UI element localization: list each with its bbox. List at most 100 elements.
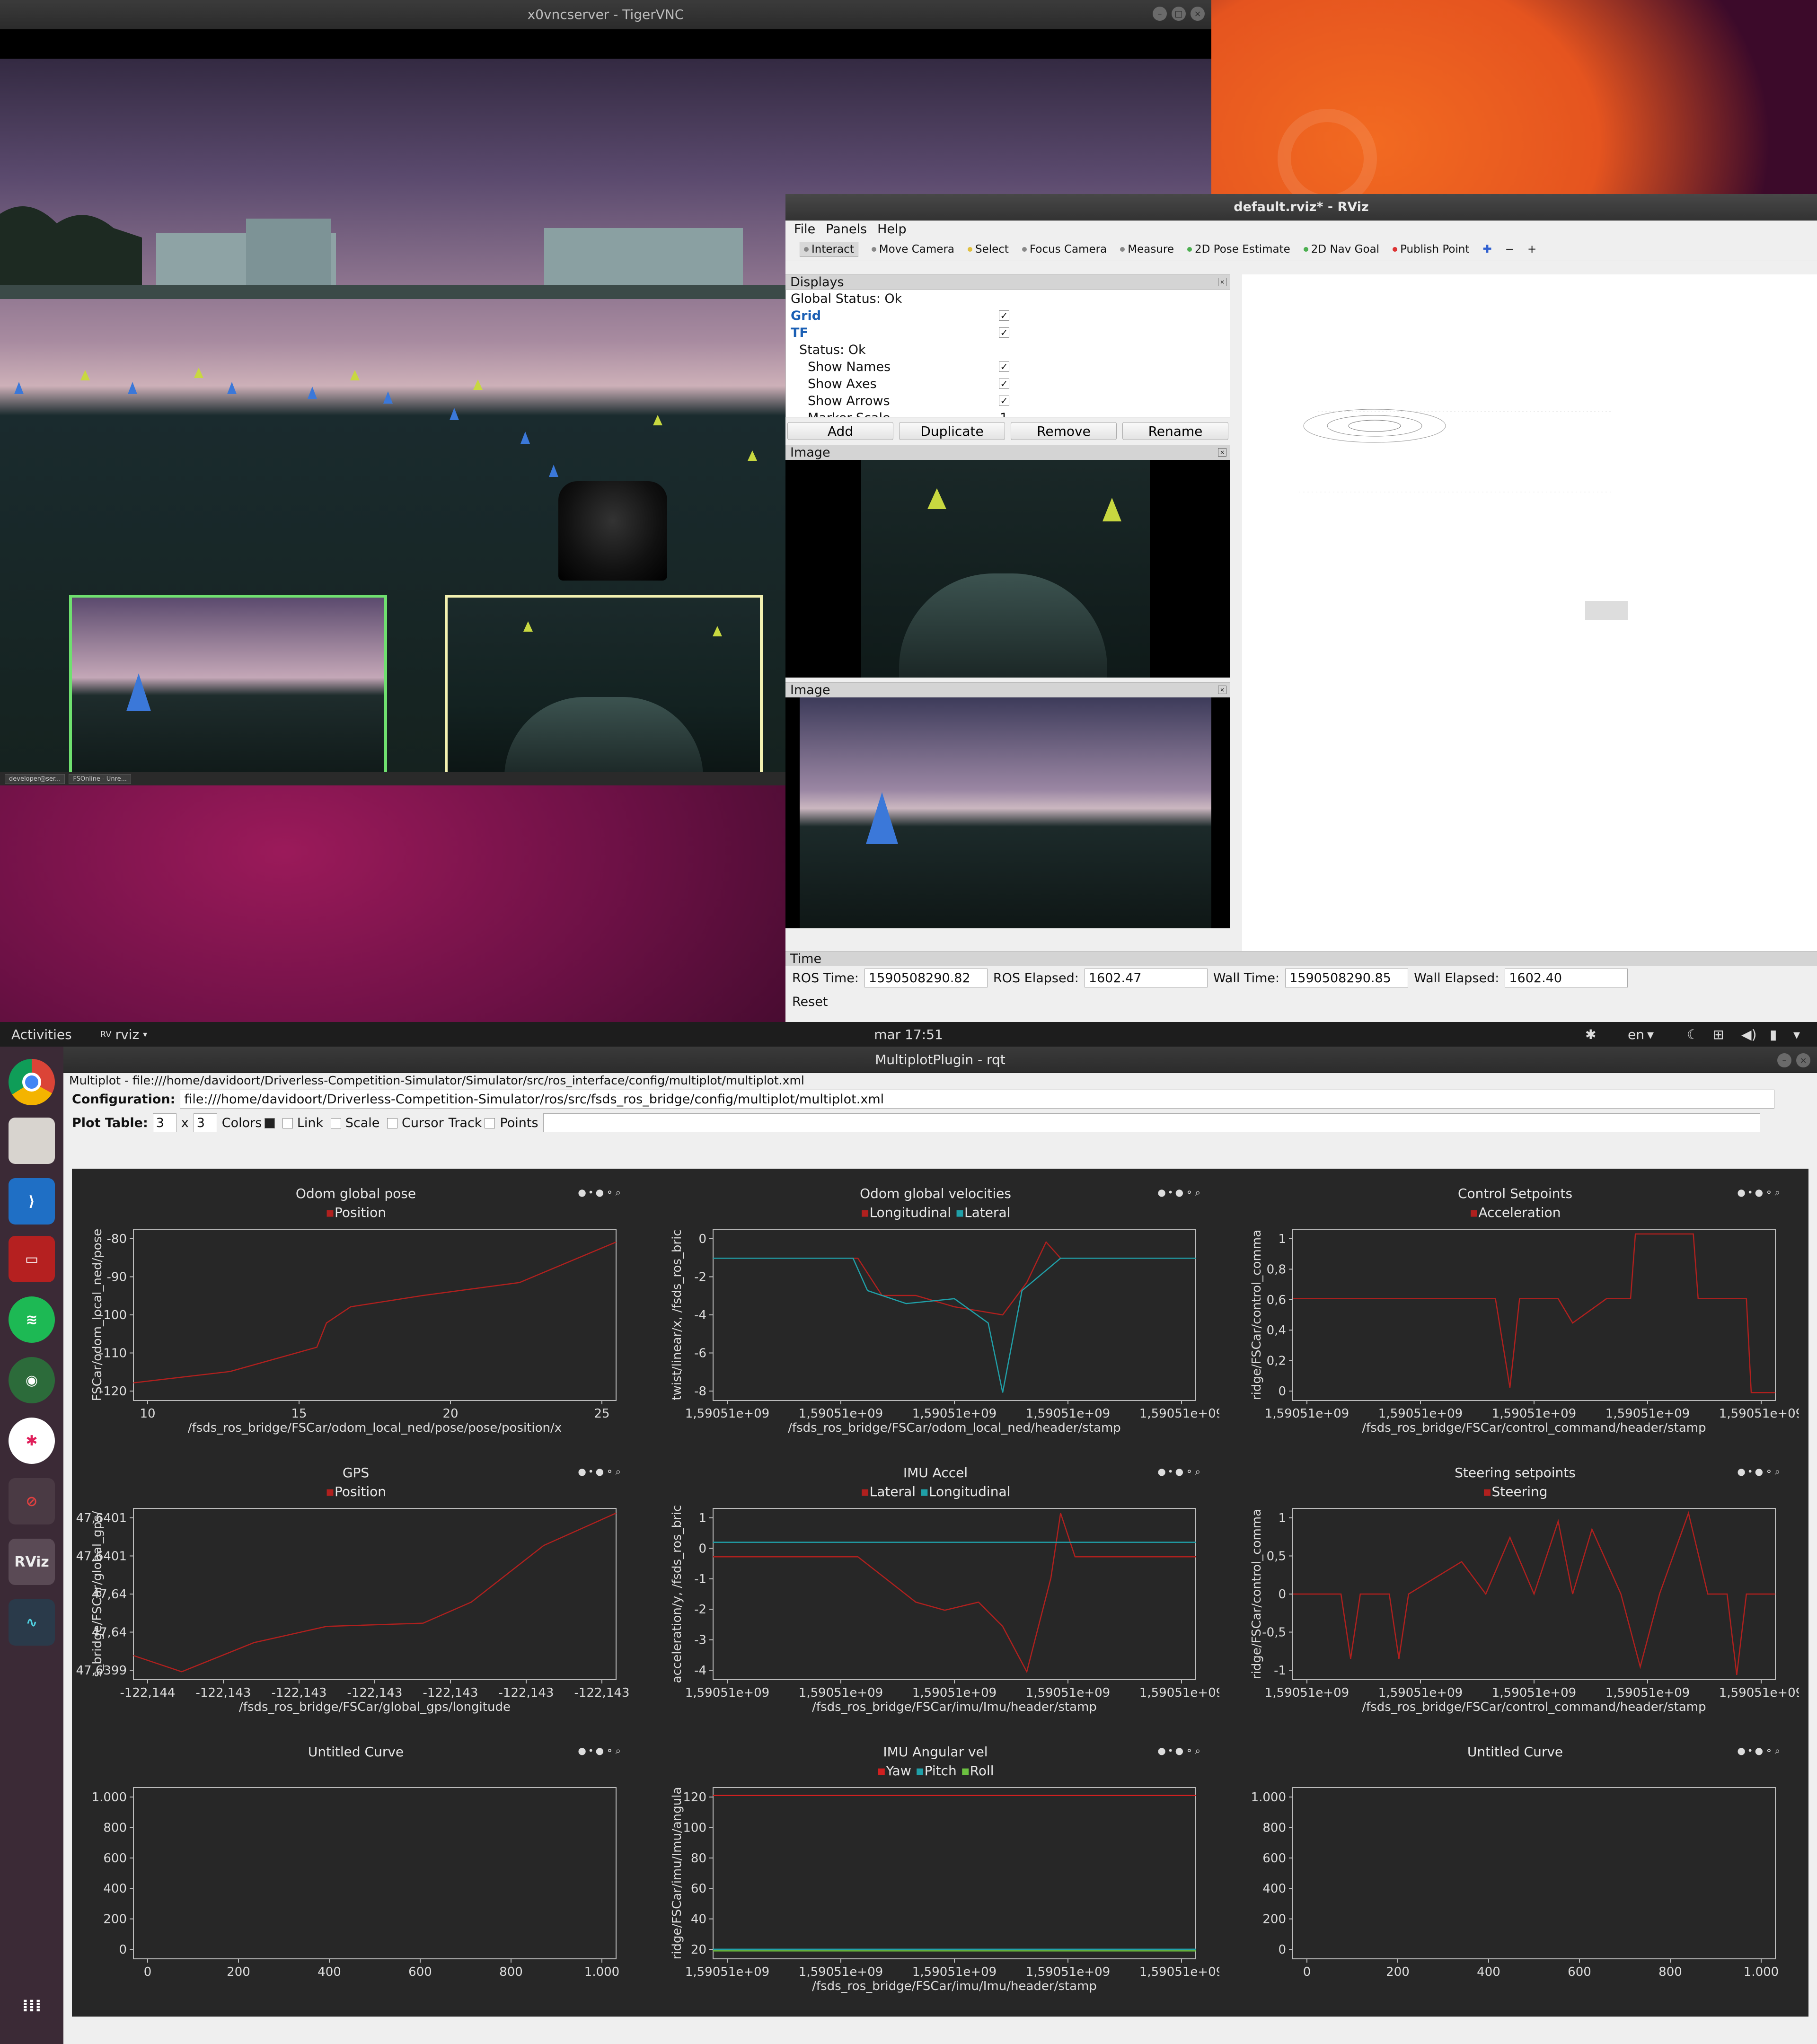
vnc-titlebar[interactable]: x0vncserver - TigerVNC – □ × [0, 0, 1211, 29]
tree-row[interactable]: Grid ✓ [786, 307, 1230, 324]
tree-row[interactable]: Show Axes ✓ [786, 375, 1230, 392]
tool-publish-point[interactable]: Publish Point [1393, 243, 1469, 256]
link-checkbox[interactable] [282, 1118, 293, 1128]
remove-button[interactable]: Remove [1011, 422, 1117, 440]
option-points[interactable]: Points [500, 1116, 538, 1130]
tool-interact[interactable]: Interact [800, 241, 858, 257]
scale-checkbox[interactable] [331, 1118, 342, 1128]
clock[interactable]: mar 17:51 [874, 1027, 943, 1042]
option-colors[interactable]: Colors [222, 1116, 275, 1130]
close-panel-icon[interactable]: × [1218, 278, 1226, 286]
colors-checkbox[interactable] [265, 1118, 275, 1128]
network-icon[interactable]: ⊞ [1713, 1027, 1724, 1042]
enabled-checkbox[interactable]: ✓ [999, 361, 1009, 372]
rqt-titlebar[interactable]: MultiplotPlugin - rqt – × [63, 1047, 1817, 1073]
battery-icon[interactable]: ▮ [1770, 1027, 1777, 1042]
tool-measure[interactable]: Measure [1120, 243, 1174, 256]
taskbar-item[interactable]: developer@ser... [5, 774, 65, 784]
wall-time-field[interactable]: 1590508290.85 [1285, 969, 1409, 987]
camera-icon[interactable]: ◉ [9, 1357, 55, 1403]
tool-move-camera[interactable]: Move Camera [871, 243, 954, 256]
tree-value[interactable]: 1 [1000, 411, 1008, 417]
maximize-icon[interactable]: □ [1172, 7, 1186, 21]
chrome-icon[interactable] [9, 1059, 55, 1105]
enabled-checkbox[interactable]: ✓ [999, 396, 1009, 406]
option-link[interactable]: Link [280, 1116, 323, 1130]
tool-options-button[interactable]: + [1527, 243, 1536, 256]
plot-panel[interactable]: Untitled Curve ●•●⚬⌕ 1.000 800 600 400 200 0 0 20… [1231, 1727, 1799, 2001]
camera-thumbnail-right [445, 595, 763, 772]
wall-elapsed-field[interactable]: 1602.40 [1505, 969, 1628, 987]
rows-spinbox[interactable]: 3 [152, 1113, 176, 1132]
tree-row[interactable]: TF ✓ [786, 324, 1230, 341]
minimize-icon[interactable]: – [1777, 1053, 1791, 1067]
slack-icon[interactable]: ✱ [9, 1418, 55, 1464]
enabled-checkbox[interactable]: ✓ [999, 327, 1009, 338]
add-button[interactable]: Add [787, 422, 893, 440]
chevron-down-icon[interactable]: ▾ [1793, 1027, 1800, 1042]
rviz-icon[interactable]: RViz [9, 1539, 55, 1585]
option-cursor[interactable]: Cursor [384, 1116, 444, 1130]
plot-panel[interactable]: Odom global velocities ▪Longitudinal ▪Lat… [652, 1169, 1219, 1443]
plot-panel[interactable]: GPS ▪Position ●•●⚬⌕ 47,6401 47,6401 47,64 47,… [72, 1448, 640, 1722]
reset-button[interactable]: Reset [792, 995, 828, 1009]
tree-row[interactable]: Show Names ✓ [786, 358, 1230, 375]
system-monitor-icon[interactable]: ∿ [9, 1599, 55, 1646]
plot-search-input[interactable] [543, 1113, 1760, 1132]
cursor-checkbox[interactable] [387, 1118, 398, 1128]
option-scale[interactable]: Scale [328, 1116, 379, 1130]
blocked-app-icon[interactable]: ⊘ [9, 1478, 55, 1524]
cols-spinbox[interactable]: 3 [193, 1113, 217, 1132]
menu-file[interactable]: File [794, 222, 815, 237]
menu-panels[interactable]: Panels [826, 222, 867, 237]
x-tick-label: -122,143 [196, 1686, 251, 1700]
plot-panel[interactable]: Untitled Curve ●•●⚬⌕ 1.000 800 600 400 200 0 0 20… [72, 1727, 640, 2001]
track-checkbox[interactable] [485, 1118, 495, 1128]
rviz-titlebar[interactable]: default.rviz* - RViz [785, 194, 1817, 220]
rviz-3d-viewport[interactable] [1242, 274, 1817, 951]
vscode-icon[interactable]: ⟩ [9, 1178, 55, 1225]
plot-panel[interactable]: Steering setpoints ▪Steering ●•●⚬⌕ 1 0,5 0 -0… [1231, 1448, 1799, 1722]
tree-row[interactable]: Global Status: Ok [786, 290, 1230, 307]
keyboard-language[interactable]: en ▾ [1628, 1027, 1654, 1042]
option-track[interactable]: Track [449, 1116, 495, 1130]
plot-panel[interactable]: IMU Accel ▪Lateral ▪Longitudinal ●•●⚬⌕ 1 0-… [652, 1448, 1219, 1722]
taskbar-item[interactable]: FSOnline - Unre... [69, 774, 132, 784]
volume-icon[interactable]: ◀) [1741, 1027, 1756, 1042]
ros-time-field[interactable]: 1590508290.82 [864, 969, 988, 987]
spotify-icon[interactable]: ≋ [9, 1296, 55, 1343]
plot-panel[interactable]: Odom global pose ▪Position ●•●⚬⌕ -80 -90 -10… [72, 1169, 640, 1443]
close-icon[interactable]: × [1796, 1053, 1810, 1067]
configuration-input[interactable]: file:///home/davidoort/Driverless-Compet… [180, 1090, 1774, 1109]
files-icon[interactable] [9, 1118, 55, 1164]
close-panel-icon[interactable]: × [1218, 448, 1226, 457]
close-panel-icon[interactable]: × [1218, 686, 1226, 694]
enabled-checkbox[interactable]: ✓ [999, 379, 1009, 389]
enabled-checkbox[interactable]: ✓ [999, 310, 1009, 321]
remove-tool-button[interactable]: − [1505, 243, 1514, 256]
add-tool-button[interactable]: ✚ [1482, 243, 1491, 256]
tool-focus-camera[interactable]: Focus Camera [1022, 243, 1107, 256]
app-menu[interactable]: RV rviz ▾ [100, 1027, 147, 1042]
minimize-icon[interactable]: – [1153, 7, 1167, 21]
tree-row[interactable]: Show Arrows ✓ [786, 392, 1230, 409]
rename-button[interactable]: Rename [1122, 422, 1228, 440]
tool-select[interactable]: Select [968, 243, 1009, 256]
plot-panel[interactable]: IMU Angular vel ▪Yaw ▪Pitch ▪Roll ●•●⚬⌕ 12… [652, 1727, 1219, 2001]
tool-2d-pose-estimate[interactable]: 2D Pose Estimate [1187, 243, 1290, 256]
tree-row[interactable]: Status: Ok [786, 341, 1230, 358]
terminal-icon[interactable]: ▭ [9, 1236, 55, 1282]
tree-row[interactable]: Marker Scale 1 [786, 409, 1230, 417]
time-panel-header: Time [785, 951, 1817, 966]
duplicate-button[interactable]: Duplicate [899, 422, 1005, 440]
app-grid-icon[interactable]: ⁞⁞⁞ [9, 1982, 55, 2029]
plot-panel[interactable]: Control Setpoints ▪Acceleration ●•●⚬⌕ 1 0,8… [1231, 1169, 1799, 1443]
night-light-icon[interactable]: ☾ [1687, 1027, 1699, 1042]
ros-elapsed-field[interactable]: 1602.47 [1084, 969, 1208, 987]
activities-button[interactable]: Activities [11, 1027, 72, 1042]
menu-help[interactable]: Help [877, 222, 907, 237]
slack-tray-icon[interactable]: ✱ [1585, 1027, 1596, 1042]
app-name: rviz [115, 1026, 140, 1042]
tool-2d-nav-goal[interactable]: 2D Nav Goal [1303, 243, 1379, 256]
close-icon[interactable]: × [1191, 7, 1205, 21]
